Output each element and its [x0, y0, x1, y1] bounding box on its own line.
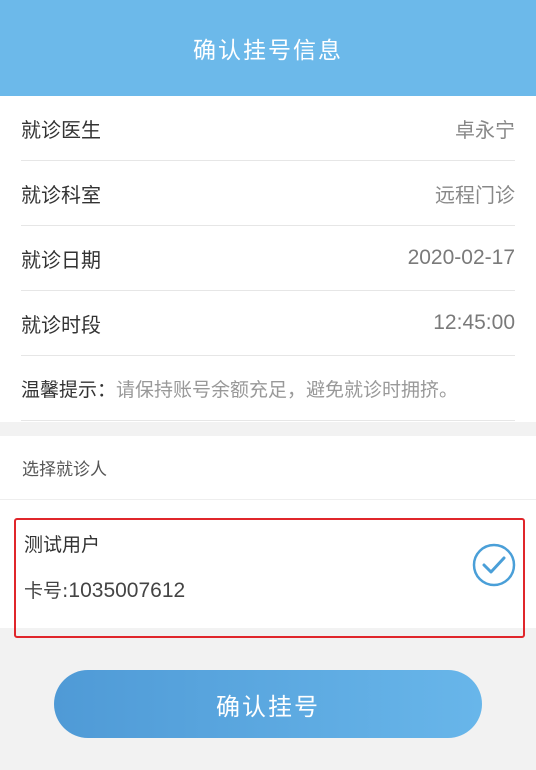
info-row-date: 就诊日期 2020-02-17 [21, 226, 515, 291]
doctor-value: 卓永宁 [455, 117, 515, 142]
card-prefix: 卡号: [24, 580, 69, 602]
info-row-time: 就诊时段 12:45:00 [21, 291, 515, 356]
tip-row: 温馨提示： 请保持账号余额充足，避免就诊时拥挤。 [21, 356, 515, 421]
info-row-doctor: 就诊医生 卓永宁 [21, 96, 515, 161]
page-title: 确认挂号信息 [193, 38, 343, 64]
patient-select-header: 选择就诊人 [0, 436, 536, 500]
time-value: 12:45:00 [433, 311, 515, 334]
confirm-register-label: 确认挂号 [216, 693, 320, 721]
time-label: 就诊时段 [21, 312, 101, 337]
tip-text: 请保持账号余额充足，避免就诊时拥挤。 [116, 378, 459, 401]
app-header: 确认挂号信息 [0, 0, 536, 96]
patient-select-title: 选择就诊人 [22, 460, 107, 480]
department-label: 就诊科室 [21, 182, 101, 207]
patient-option[interactable]: 测试用户 卡号:1035007612 [14, 518, 525, 638]
tip-label: 温馨提示： [21, 378, 117, 401]
department-value: 远程门诊 [435, 182, 515, 207]
check-circle-icon[interactable] [472, 543, 516, 587]
patient-card-number: 卡号:1035007612 [24, 576, 185, 603]
doctor-label: 就诊医生 [21, 117, 101, 142]
card-number: 1035007612 [68, 579, 186, 602]
confirm-register-button[interactable]: 确认挂号 [54, 670, 482, 738]
patient-name: 测试用户 [24, 534, 101, 556]
date-value: 2020-02-17 [407, 246, 515, 269]
appointment-info-card: 就诊医生 卓永宁 就诊科室 远程门诊 就诊日期 2020-02-17 就诊时段 … [0, 96, 536, 422]
date-label: 就诊日期 [21, 247, 101, 272]
info-row-department: 就诊科室 远程门诊 [21, 161, 515, 226]
